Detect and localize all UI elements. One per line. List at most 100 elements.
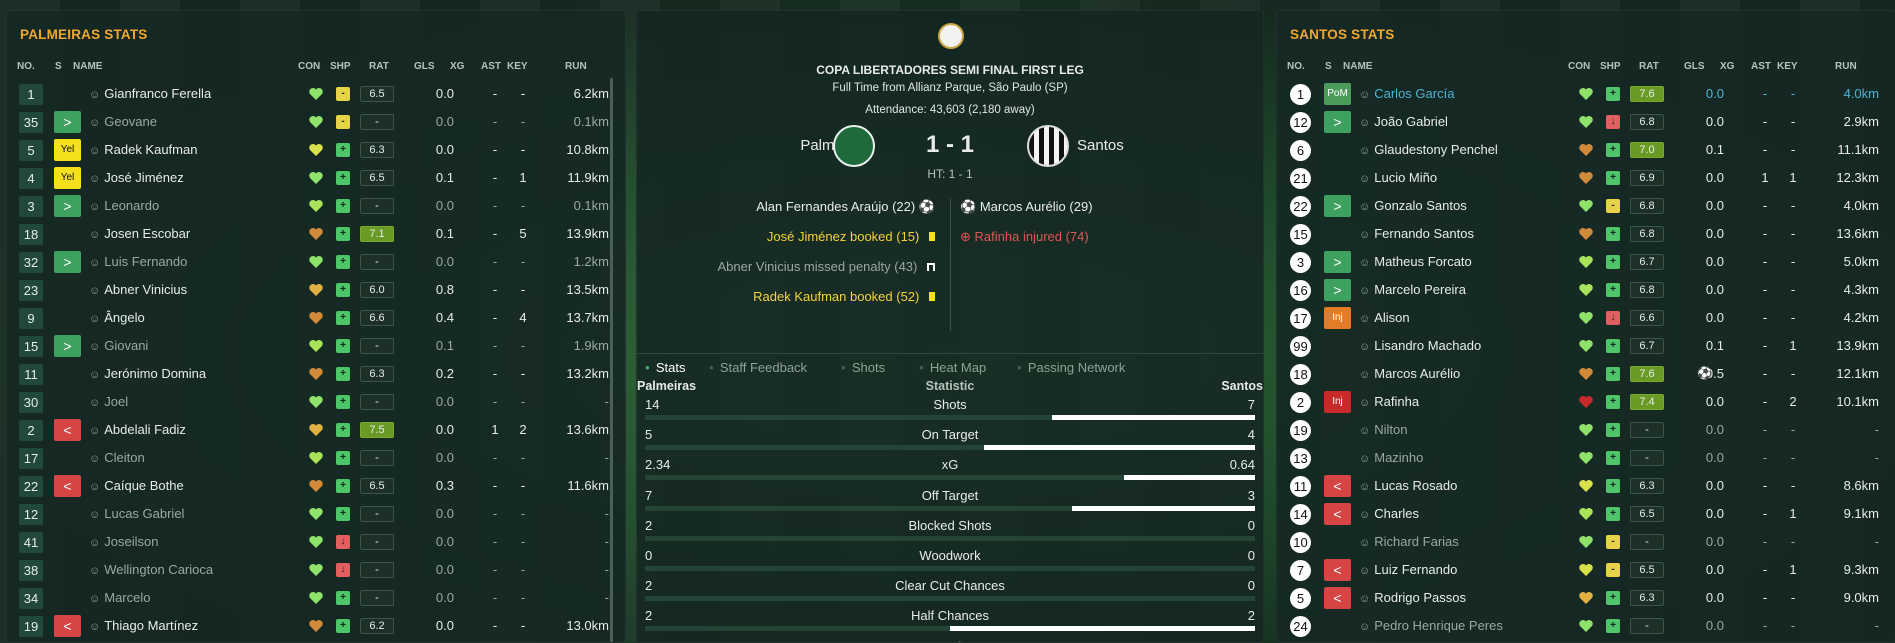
table-row[interactable]: 2 Inj Rafinha +7.4 0.0 - 2 10.1km	[1277, 388, 1895, 416]
player-name[interactable]: Wellington Carioca	[89, 562, 213, 577]
table-row[interactable]: 1Gianfranco Ferella-6.50.0--6.2km	[7, 80, 625, 108]
player-name[interactable]: Alison	[1359, 310, 1409, 325]
player-name[interactable]: Abdelali Fadiz	[89, 422, 186, 437]
table-row[interactable]: 4 Yel José Jiménez +6.5 0.1 - 1 11.9km	[7, 164, 625, 192]
player-name[interactable]: Ângelo	[89, 310, 144, 325]
player-name[interactable]: Caíque Bothe	[89, 478, 184, 493]
table-row[interactable]: 17 Inj Alison ↓ 6.6 0.0 - - 4.2km	[1277, 304, 1895, 332]
table-row[interactable]: 12Lucas Gabriel+-0.0---	[7, 500, 625, 528]
col-con[interactable]: CON	[298, 61, 320, 72]
table-row[interactable]: 18Marcos Aurélio+7.60.5--12.1km⚽	[1277, 360, 1895, 388]
table-row[interactable]: 38Wellington Carioca↓-0.0---	[7, 556, 625, 584]
table-row[interactable]: 41Joseilson↓-0.0---	[7, 528, 625, 556]
table-row[interactable]: 16 > Marcelo Pereira +6.8 0.0 - - 4.3km	[1277, 276, 1895, 304]
col-xg[interactable]: XG	[450, 61, 464, 72]
table-row[interactable]: 12 > João Gabriel ↓ 6.8 0.0 - - 2.9km	[1277, 108, 1895, 136]
player-name[interactable]: Charles	[1359, 506, 1419, 521]
player-name[interactable]: Richard Farias	[1359, 534, 1459, 549]
table-row[interactable]: 10Richard Farias--0.0---	[1277, 528, 1895, 556]
table-row[interactable]: 35>Geovane--0.0--0.1km	[7, 108, 625, 136]
player-name[interactable]: Glaudestony Penchel	[1359, 142, 1498, 157]
col-rat[interactable]: RAT	[369, 61, 389, 72]
player-name[interactable]: Gianfranco Ferella	[89, 86, 211, 101]
col-no[interactable]: NO.	[1287, 61, 1305, 72]
player-name[interactable]: Marcos Aurélio	[1359, 366, 1460, 381]
table-row[interactable]: 5 Yel Radek Kaufman +6.3 0.0 - - 10.8km	[7, 136, 625, 164]
table-row[interactable]: 5 < Rodrigo Passos +6.3 0.0 - - 9.0km	[1277, 584, 1895, 612]
table-row[interactable]: 24Pedro Henrique Peres+-0.0---	[1277, 612, 1895, 640]
col-key[interactable]: KEY	[1777, 61, 1798, 72]
player-name[interactable]: Joel	[89, 394, 128, 409]
col-run[interactable]: RUN	[565, 61, 587, 72]
table-row[interactable]: 22 < Caíque Bothe +6.5 0.3 - - 11.6km	[7, 472, 625, 500]
away-team-name[interactable]: Santos	[1077, 137, 1124, 154]
table-row[interactable]: 17Cleiton+-0.0---	[7, 444, 625, 472]
player-name[interactable]: João Gabriel	[1359, 114, 1448, 129]
player-name[interactable]: Carlos García	[1359, 86, 1454, 101]
player-name[interactable]: Rafinha	[1359, 394, 1419, 409]
col-key[interactable]: KEY	[507, 61, 528, 72]
table-row[interactable]: 15 Fernando Santos +6.8 0.0 - - 13.6km	[1277, 220, 1895, 248]
table-row[interactable]: 32>Luis Fernando+-0.0--1.2km	[7, 248, 625, 276]
table-row[interactable]: 1 PoM Carlos García +7.6 0.0 - - 4.0km	[1277, 80, 1895, 108]
player-name[interactable]: Thiago Martínez	[89, 618, 198, 633]
col-rat[interactable]: RAT	[1639, 61, 1659, 72]
player-name[interactable]: Luiz Fernando	[1359, 562, 1457, 577]
col-s[interactable]: S	[55, 61, 62, 72]
table-row[interactable]: 19 < Thiago Martínez +6.2 0.0 - - 13.0km	[7, 612, 625, 640]
col-xg[interactable]: XG	[1720, 61, 1734, 72]
player-name[interactable]: Fernando Santos	[1359, 226, 1474, 241]
player-name[interactable]: Giovani	[89, 338, 148, 353]
col-s[interactable]: S	[1325, 61, 1332, 72]
col-no[interactable]: NO.	[17, 61, 35, 72]
table-row[interactable]: 99 Lisandro Machado +6.7 0.1 - 1 13.9km	[1277, 332, 1895, 360]
player-name[interactable]: Abner Vinicius	[89, 282, 187, 297]
player-name[interactable]: Cleiton	[89, 450, 144, 465]
player-name[interactable]: Pedro Henrique Peres	[1359, 618, 1503, 633]
player-name[interactable]: Luis Fernando	[89, 254, 187, 269]
col-con[interactable]: CON	[1568, 61, 1590, 72]
col-ast[interactable]: AST	[481, 61, 501, 72]
tab-stats[interactable]: Stats	[645, 360, 686, 375]
table-row[interactable]: 30Joel+-0.0---	[7, 388, 625, 416]
table-row[interactable]: 22>Gonzalo Santos-6.80.0--4.0km	[1277, 192, 1895, 220]
table-row[interactable]: 21 Lucio Miño +6.9 0.0 1 1 12.3km	[1277, 164, 1895, 192]
table-row[interactable]: 9 Ângelo +6.6 0.4 - 4 13.7km	[7, 304, 625, 332]
player-name[interactable]: Matheus Forcato	[1359, 254, 1472, 269]
col-shp[interactable]: SHP	[1600, 61, 1621, 72]
player-name[interactable]: Nilton	[1359, 422, 1407, 437]
player-name[interactable]: Mazinho	[1359, 450, 1423, 465]
table-row[interactable]: 19Nilton+-0.0---	[1277, 416, 1895, 444]
col-gls[interactable]: GLS	[1684, 61, 1705, 72]
col-run[interactable]: RUN	[1835, 61, 1857, 72]
table-row[interactable]: 6 Glaudestony Penchel +7.0 0.1 - - 11.1km	[1277, 136, 1895, 164]
player-name[interactable]: Lucio Miño	[1359, 170, 1437, 185]
tab-shots[interactable]: Shots	[841, 360, 885, 375]
table-row[interactable]: 14 < Charles +6.5 0.0 - 1 9.1km	[1277, 500, 1895, 528]
table-row[interactable]: 13Mazinho+-0.0---	[1277, 444, 1895, 472]
player-name[interactable]: Lucas Rosado	[1359, 478, 1457, 493]
player-name[interactable]: José Jiménez	[89, 170, 183, 185]
player-name[interactable]: Joseilson	[89, 534, 158, 549]
table-row[interactable]: 3>Leonardo+-0.0--0.1km	[7, 192, 625, 220]
player-name[interactable]: Gonzalo Santos	[1359, 198, 1467, 213]
col-name[interactable]: NAME	[73, 61, 102, 72]
table-row[interactable]: 11 Jerónimo Domina +6.3 0.2 - - 13.2km	[7, 360, 625, 388]
col-name[interactable]: NAME	[1343, 61, 1372, 72]
table-row[interactable]: 15>Giovani+-0.1--1.9km	[7, 332, 625, 360]
table-row[interactable]: 23 Abner Vinicius +6.0 0.8 - - 13.5km	[7, 276, 625, 304]
player-name[interactable]: Rodrigo Passos	[1359, 590, 1466, 605]
table-row[interactable]: 11 < Lucas Rosado +6.3 0.0 - - 8.6km	[1277, 472, 1895, 500]
tab-heat-map[interactable]: Heat Map	[919, 360, 986, 375]
col-ast[interactable]: AST	[1751, 61, 1771, 72]
table-row[interactable]: 34Marcelo+-0.0---	[7, 584, 625, 612]
player-name[interactable]: Jerónimo Domina	[89, 366, 206, 381]
table-row[interactable]: 2 < Abdelali Fadiz +7.5 0.0 1 2 13.6km	[7, 416, 625, 444]
player-name[interactable]: Leonardo	[89, 198, 159, 213]
home-scrollbar[interactable]	[610, 78, 613, 642]
player-name[interactable]: Josen Escobar	[89, 226, 190, 241]
player-name[interactable]: Geovane	[89, 114, 157, 129]
table-row[interactable]: 7<Luiz Fernando-6.50.0-19.3km	[1277, 556, 1895, 584]
player-name[interactable]: Lisandro Machado	[1359, 338, 1481, 353]
player-name[interactable]: Marcelo Pereira	[1359, 282, 1466, 297]
